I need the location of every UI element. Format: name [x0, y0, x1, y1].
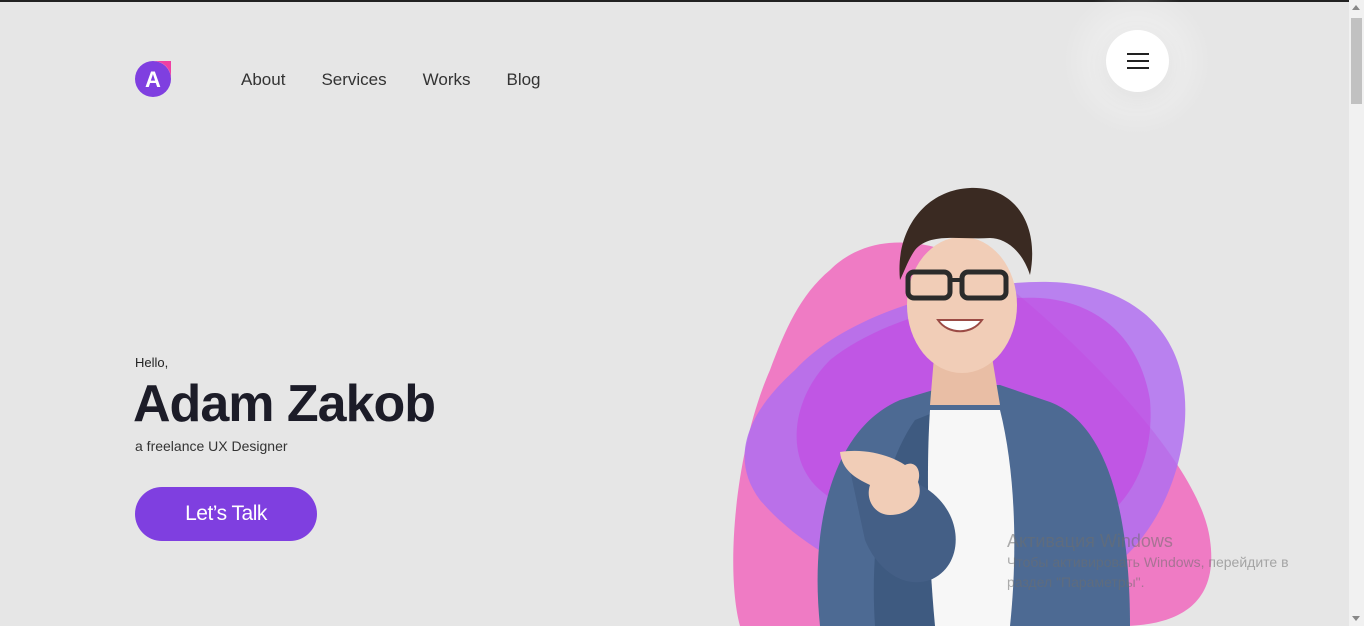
hamburger-icon [1127, 67, 1149, 69]
menu-button[interactable] [1106, 30, 1169, 92]
nav-link-works[interactable]: Works [423, 70, 471, 90]
scroll-down-arrow-icon[interactable] [1352, 616, 1360, 621]
person-face-shape [907, 237, 1017, 373]
watermark-line-1: Чтобы активировать Windows, перейдите в [1007, 554, 1289, 570]
nav-link-services[interactable]: Services [321, 70, 386, 90]
hero-greeting: Hello, [135, 355, 169, 370]
brand-logo[interactable]: A [135, 61, 171, 97]
landing-page: A About Services Works Blog Hello, Adam … [0, 0, 1364, 626]
scrollbar-thumb[interactable] [1351, 18, 1362, 104]
windows-activation-watermark: Активация Windows Чтобы активировать Win… [1007, 531, 1289, 592]
scroll-up-arrow-icon[interactable] [1352, 5, 1360, 10]
logo-letter: A [145, 67, 161, 92]
hero-name: Adam Zakob [133, 375, 436, 433]
hamburger-icon [1127, 53, 1149, 55]
watermark-title: Активация Windows [1007, 531, 1173, 551]
nav-link-blog[interactable]: Blog [506, 70, 540, 90]
nav-link-about[interactable]: About [241, 70, 285, 90]
watermark-line-2: раздел "Параметры". [1007, 574, 1145, 590]
hamburger-icon [1127, 60, 1149, 62]
lets-talk-button[interactable]: Let’s Talk [135, 487, 317, 541]
main-nav: About Services Works Blog [241, 70, 577, 90]
hero-tagline: a freelance UX Designer [135, 438, 288, 454]
page-scrollbar[interactable] [1349, 0, 1364, 626]
